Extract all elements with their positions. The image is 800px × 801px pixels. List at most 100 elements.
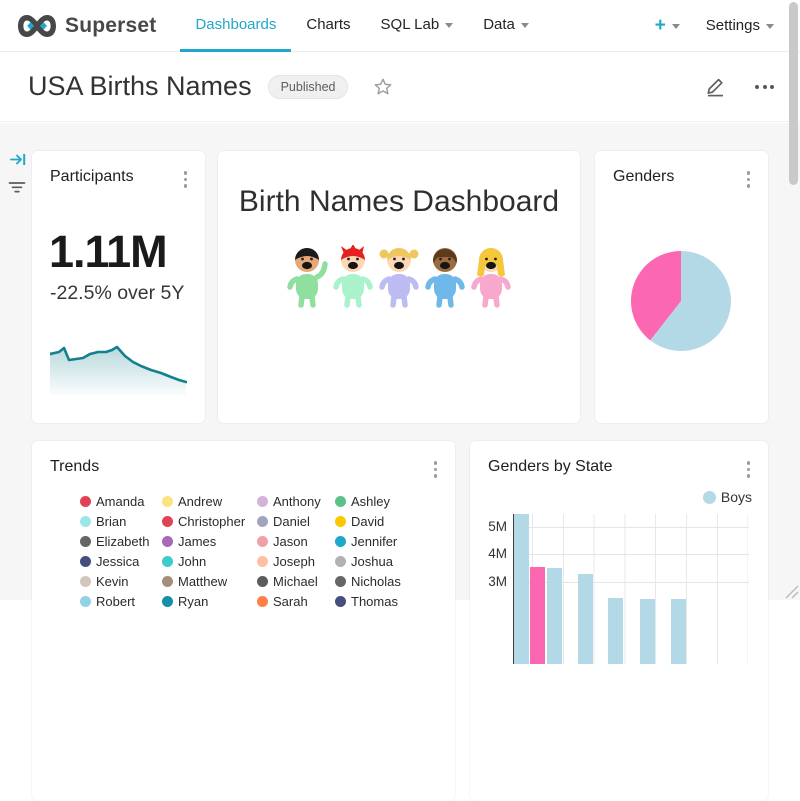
page-scrollbar-thumb[interactable]	[789, 2, 798, 185]
kid-blonde-pigtails-purple	[377, 245, 421, 309]
legend-item-amanda[interactable]: Amanda	[80, 491, 162, 511]
card-menu-kebab[interactable]	[430, 458, 442, 481]
nav-item-sql-lab[interactable]: SQL Lab	[366, 0, 469, 52]
filter-bar-funnel-button[interactable]	[8, 181, 26, 199]
legend-item-ryan[interactable]: Ryan	[162, 591, 257, 611]
plus-icon: +	[655, 16, 666, 35]
card-participants: Participants 1.11M -22.5% over 5Y	[32, 151, 205, 423]
legend-item-sarah[interactable]: Sarah	[257, 591, 335, 611]
nav-item-data[interactable]: Data	[468, 0, 544, 52]
resize-handle-icon[interactable]	[784, 584, 799, 599]
legend-item-daniel[interactable]: Daniel	[257, 511, 335, 531]
legend-item-boys[interactable]: Boys	[703, 489, 752, 505]
legend-item-anthony[interactable]: Anthony	[257, 491, 335, 511]
legend-label: Sarah	[273, 594, 308, 609]
kid-black-hair-green	[285, 245, 329, 309]
published-badge[interactable]: Published	[268, 75, 349, 99]
nav-menu: Dashboards Charts SQL LabData	[180, 0, 543, 52]
legend-item-kevin[interactable]: Kevin	[80, 571, 162, 591]
big-number-value: 1.11M	[49, 229, 167, 274]
settings-menu[interactable]: Settings	[706, 17, 774, 34]
legend-swatch	[80, 536, 91, 547]
legend-label: Jessica	[96, 554, 139, 569]
legend-label: Brian	[96, 514, 126, 529]
legend-item-james[interactable]: James	[162, 531, 257, 551]
y-axis-tick: 4M	[470, 546, 507, 561]
dashboard-more-menu[interactable]	[753, 81, 776, 93]
legend-item-thomas[interactable]: Thomas	[335, 591, 447, 611]
card-trends: Trends AmandaAndrewAnthonyAshleyBrianChr…	[32, 441, 455, 801]
expand-filter-bar-button[interactable]	[10, 152, 27, 172]
legend-item-brian[interactable]: Brian	[80, 511, 162, 531]
legend-label: David	[351, 514, 384, 529]
trends-legend: AmandaAndrewAnthony Ashley Brian Christophe…	[80, 491, 447, 611]
legend-label: Ashley	[351, 494, 390, 509]
bar-boys[interactable]	[640, 599, 655, 664]
nav-item-dashboards[interactable]: Dashboards	[180, 0, 291, 52]
legend-swatch	[257, 496, 268, 507]
card-menu-kebab[interactable]	[743, 458, 755, 481]
legend-item-christopher[interactable]: Christopher	[162, 511, 257, 531]
new-item-button[interactable]: +	[655, 16, 680, 35]
legend-item-joshua[interactable]: Joshua	[335, 551, 447, 571]
legend-swatch	[335, 596, 346, 607]
chevron-down-icon	[521, 23, 529, 28]
dashboard-header: USA Births Names Published	[0, 52, 800, 122]
y-axis-tick: 3M	[470, 574, 507, 589]
superset-infinity-icon	[16, 12, 58, 40]
legend-label: Jason	[273, 534, 308, 549]
edit-dashboard-button[interactable]	[704, 75, 727, 98]
legend-swatch	[80, 556, 91, 567]
bar-boys[interactable]	[671, 599, 686, 664]
legend-swatch	[80, 496, 91, 507]
legend-label: Christopher	[178, 514, 245, 529]
chevron-down-icon	[672, 24, 680, 29]
legend-item-jessica[interactable]: Jessica	[80, 551, 162, 571]
legend-label: Michael	[273, 574, 318, 589]
legend-item-joseph[interactable]: Joseph	[257, 551, 335, 571]
arrow-right-to-bar-icon	[10, 152, 27, 167]
trendline-area	[50, 347, 186, 395]
nav-item-label: Charts	[306, 16, 350, 33]
legend-label: Matthew	[178, 574, 227, 589]
legend-item-ashley[interactable]: Ashley	[335, 491, 447, 511]
markdown-heading: Birth Names Dashboard	[218, 185, 580, 219]
legend-swatch	[335, 496, 346, 507]
brand-name: Superset	[65, 14, 156, 38]
legend-swatch	[162, 516, 173, 527]
bar-boys[interactable]	[578, 574, 593, 664]
kid-red-hair-mint	[331, 245, 375, 309]
bar-girls[interactable]	[530, 567, 545, 664]
legend-item-michael[interactable]: Michael	[257, 571, 335, 591]
favorite-star-button[interactable]	[372, 76, 394, 98]
legend-swatch	[162, 536, 173, 547]
legend-swatch	[335, 576, 346, 587]
card-menu-kebab[interactable]	[180, 168, 192, 191]
kids-illustration	[218, 245, 580, 309]
genders-pie-chart	[629, 249, 733, 353]
bar-boys[interactable]	[608, 598, 623, 664]
bar-boys[interactable]	[547, 568, 562, 664]
legend-swatch	[257, 556, 268, 567]
legend-label: Nicholas	[351, 574, 401, 589]
legend-swatch	[80, 576, 91, 587]
bar-boys[interactable]	[514, 514, 529, 664]
legend-item-robert[interactable]: Robert	[80, 591, 162, 611]
legend-swatch	[257, 576, 268, 587]
legend-item-jennifer[interactable]: Jennifer	[335, 531, 447, 551]
legend-item-david[interactable]: David	[335, 511, 447, 531]
legend-label: Daniel	[273, 514, 310, 529]
legend-swatch	[162, 596, 173, 607]
legend-item-matthew[interactable]: Matthew	[162, 571, 257, 591]
legend-swatch	[80, 596, 91, 607]
legend-item-nicholas[interactable]: Nicholas	[335, 571, 447, 591]
legend-item-john[interactable]: John	[162, 551, 257, 571]
kid-brown-hair-blue	[423, 245, 467, 309]
card-markdown: Birth Names Dashboard	[218, 151, 580, 423]
legend-item-jason[interactable]: Jason	[257, 531, 335, 551]
legend-item-elizabeth[interactable]: Elizabeth	[80, 531, 162, 551]
card-menu-kebab[interactable]	[743, 168, 755, 191]
nav-item-charts[interactable]: Charts	[291, 0, 365, 52]
legend-item-andrew[interactable]: Andrew	[162, 491, 257, 511]
superset-logo[interactable]: Superset	[16, 12, 156, 40]
